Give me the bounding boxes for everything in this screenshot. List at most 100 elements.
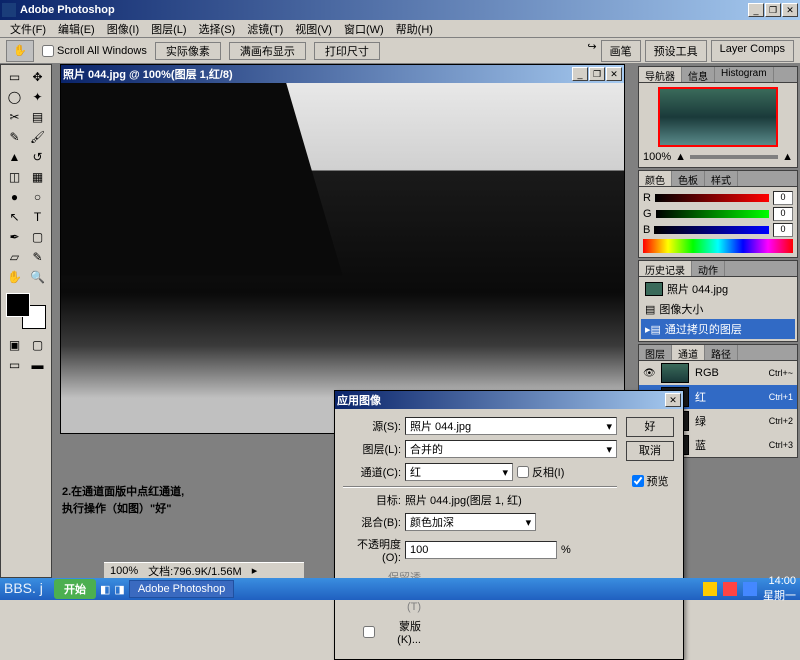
quicklaunch-icon[interactable]: ◨	[114, 583, 124, 596]
restore-button[interactable]: ❐	[765, 3, 781, 17]
zoom-slider[interactable]	[690, 155, 778, 159]
eye-icon[interactable]: 👁	[643, 368, 655, 379]
b-slider[interactable]	[654, 226, 769, 234]
channel-rgb[interactable]: 👁RGBCtrl+~	[639, 361, 797, 385]
menu-edit[interactable]: 编辑(E)	[52, 21, 101, 37]
cancel-button[interactable]: 取消	[626, 441, 674, 461]
hand-tool[interactable]: ✋	[3, 267, 26, 287]
menu-filter[interactable]: 滤镜(T)	[241, 21, 289, 37]
history-snapshot[interactable]: 照片 044.jpg	[641, 279, 795, 299]
r-value[interactable]: 0	[773, 191, 793, 205]
menu-help[interactable]: 帮助(H)	[390, 21, 439, 37]
doc-close-button[interactable]: ✕	[606, 67, 622, 81]
menu-view[interactable]: 视图(V)	[289, 21, 338, 37]
g-slider[interactable]	[656, 210, 769, 218]
actual-pixels-button[interactable]: 实际像素	[155, 42, 221, 60]
notes-tool[interactable]: ▱	[3, 247, 26, 267]
tray-icon[interactable]	[723, 582, 737, 596]
navigator-thumbnail[interactable]	[658, 87, 778, 147]
tray-icon[interactable]	[743, 582, 757, 596]
preview-checkbox[interactable]: 预览	[632, 473, 669, 489]
mode2-icon[interactable]: ▬	[26, 355, 49, 375]
menu-layer[interactable]: 图层(L)	[145, 21, 192, 37]
stamp-tool[interactable]: ▲	[3, 147, 26, 167]
scroll-all-checkbox[interactable]: Scroll All Windows	[42, 45, 147, 57]
tab-swatches[interactable]: 色板	[672, 171, 705, 186]
menu-select[interactable]: 选择(S)	[193, 21, 242, 37]
move-tool[interactable]: ✥	[26, 67, 49, 87]
path-tool[interactable]: ↖	[3, 207, 26, 227]
tab-actions[interactable]: 动作	[692, 261, 725, 276]
layer-comps-button[interactable]: Layer Comps	[711, 40, 794, 62]
doc-restore-button[interactable]: ❐	[589, 67, 605, 81]
history-item[interactable]: ▸▤通过拷贝的图层	[641, 319, 795, 339]
blur-tool[interactable]: ●	[3, 187, 26, 207]
eraser-tool[interactable]: ◫	[3, 167, 26, 187]
type-tool[interactable]: T	[26, 207, 49, 227]
menu-image[interactable]: 图像(I)	[101, 21, 145, 37]
color-spectrum[interactable]	[643, 239, 793, 253]
tab-paths[interactable]: 路径	[705, 345, 738, 360]
nav-zoom-value[interactable]: 100%	[643, 151, 671, 163]
g-value[interactable]: 0	[773, 207, 793, 221]
fit-button[interactable]: 满画布显示	[229, 42, 306, 60]
eyedropper-tool[interactable]: ✎	[26, 247, 49, 267]
tab-layers[interactable]: 图层	[639, 345, 672, 360]
close-button[interactable]: ✕	[782, 3, 798, 17]
toolbox: ▭✥ ◯✦ ✂▤ ✎🖌 ▲↺ ◫▦ ●○ ↖T ✒▢ ▱✎ ✋🔍 ▣▢ ▭▬	[0, 64, 52, 578]
wand-tool[interactable]: ✦	[26, 87, 49, 107]
brushes-palette-button[interactable]: 画笔	[601, 40, 641, 62]
tab-navigator[interactable]: 导航器	[639, 67, 682, 82]
opacity-input[interactable]	[405, 541, 557, 559]
tray-icon[interactable]	[703, 582, 717, 596]
zoom-out-icon[interactable]: ▲	[675, 151, 686, 163]
tab-histogram[interactable]: Histogram	[715, 67, 774, 82]
print-size-button[interactable]: 打印尺寸	[314, 42, 380, 60]
invert-checkbox[interactable]: 反相(I)	[517, 464, 575, 480]
screenmode-icon[interactable]: ▢	[26, 335, 49, 355]
dodge-tool[interactable]: ○	[26, 187, 49, 207]
color-swatch[interactable]	[6, 293, 46, 329]
r-slider[interactable]	[655, 194, 769, 202]
tab-history[interactable]: 历史记录	[639, 261, 692, 276]
zoom-in-icon[interactable]: ▲	[782, 151, 793, 163]
pen-tool[interactable]: ✒	[3, 227, 26, 247]
tab-color[interactable]: 颜色	[639, 171, 672, 186]
history-item[interactable]: ▤图像大小	[641, 299, 795, 319]
windows-taskbar: BBS. j 开始 ◧ ◨ Adobe Photoshop 14:00 星期一	[0, 578, 800, 600]
blend-select[interactable]: 颜色加深	[405, 513, 536, 531]
brush-tool[interactable]: 🖌	[26, 127, 49, 147]
shape-tool[interactable]: ▢	[26, 227, 49, 247]
b-value[interactable]: 0	[773, 223, 793, 237]
marquee-tool[interactable]: ▭	[3, 67, 26, 87]
tab-styles[interactable]: 样式	[705, 171, 738, 186]
mode1-icon[interactable]: ▭	[3, 355, 26, 375]
menu-window[interactable]: 窗口(W)	[338, 21, 390, 37]
zoom-level[interactable]: 100%	[110, 565, 138, 577]
lasso-tool[interactable]: ◯	[3, 87, 26, 107]
minimize-button[interactable]: _	[748, 3, 764, 17]
history-brush-tool[interactable]: ↺	[26, 147, 49, 167]
jump-icon[interactable]: ↪	[587, 40, 596, 62]
start-button[interactable]: 开始	[54, 579, 96, 599]
quickmask-icon[interactable]: ▣	[3, 335, 26, 355]
zoom-tool[interactable]: 🔍	[26, 267, 49, 287]
slice-tool[interactable]: ▤	[26, 107, 49, 127]
layer-select[interactable]: 合并的	[405, 440, 617, 458]
mask-checkbox[interactable]: 蒙版(K)...	[363, 618, 421, 646]
document-image[interactable]	[61, 83, 624, 433]
source-select[interactable]: 照片 044.jpg	[405, 417, 617, 435]
tool-presets-button[interactable]: 预设工具	[645, 40, 707, 62]
gradient-tool[interactable]: ▦	[26, 167, 49, 187]
crop-tool[interactable]: ✂	[3, 107, 26, 127]
doc-minimize-button[interactable]: _	[572, 67, 588, 81]
menu-file[interactable]: 文件(F)	[4, 21, 52, 37]
dialog-close-button[interactable]: ✕	[665, 393, 681, 407]
heal-tool[interactable]: ✎	[3, 127, 26, 147]
ok-button[interactable]: 好	[626, 417, 674, 437]
tab-info[interactable]: 信息	[682, 67, 715, 82]
channel-select[interactable]: 红	[405, 463, 513, 481]
quicklaunch-icon[interactable]: ◧	[100, 583, 110, 596]
tab-channels[interactable]: 通道	[672, 345, 705, 360]
taskbar-app[interactable]: Adobe Photoshop	[129, 580, 234, 598]
